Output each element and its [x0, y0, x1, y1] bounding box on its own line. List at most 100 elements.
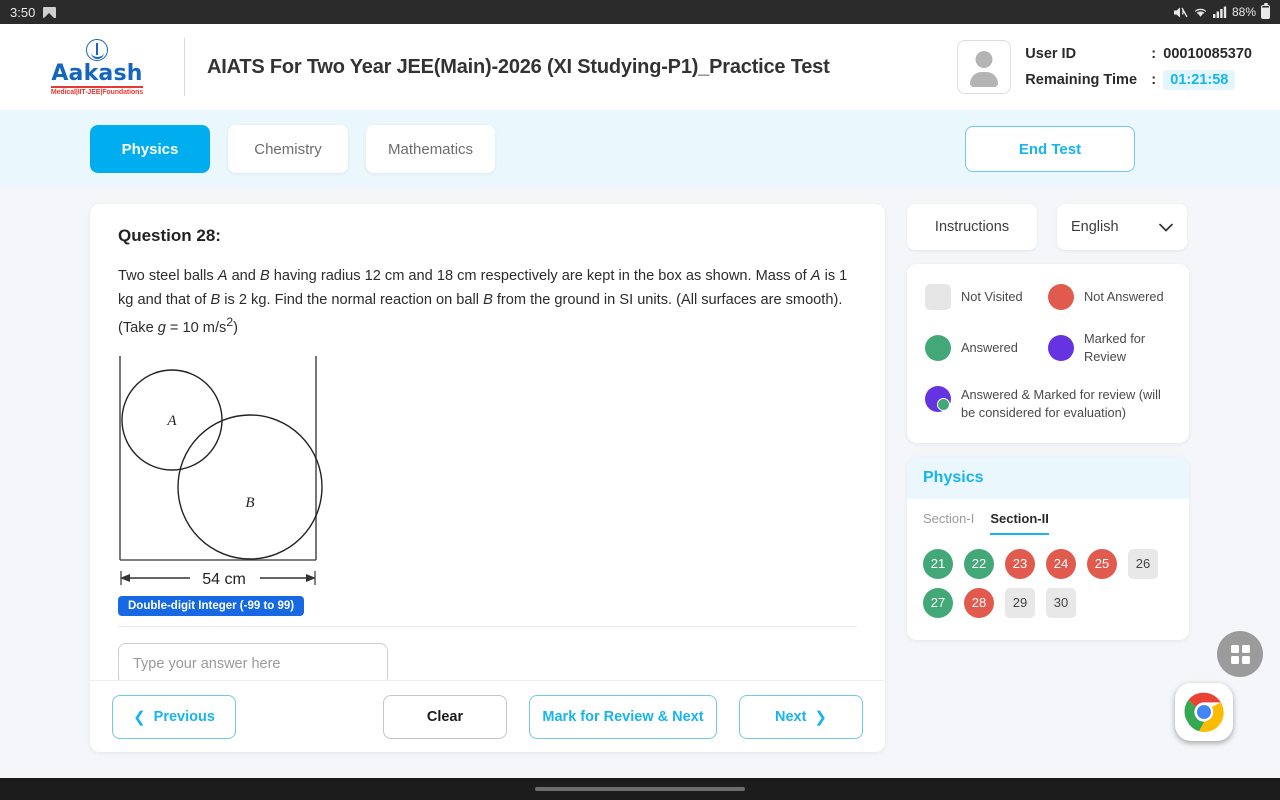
- legend-item-not-visited: Not Visited: [925, 284, 1048, 310]
- box-width-label: 54 cm: [202, 571, 246, 587]
- next-button[interactable]: Next ❯: [739, 694, 863, 739]
- tab-physics[interactable]: Physics: [90, 125, 210, 173]
- question-card: Question 28: Two steel balls A and B hav…: [90, 204, 885, 752]
- language-select[interactable]: English: [1057, 204, 1187, 250]
- tab-mathematics-label: Mathematics: [388, 140, 474, 158]
- question-content: Question 28: Two steel balls A and B hav…: [90, 204, 885, 682]
- status-legend: Not Visited Not Answered Answered Marked…: [907, 264, 1189, 443]
- qt-var-b3: B: [483, 292, 493, 309]
- chevron-down-icon: [1159, 223, 1173, 232]
- palette-question-23[interactable]: 23: [1005, 548, 1035, 579]
- battery-icon: [1261, 3, 1270, 19]
- home-gesture-pill[interactable]: [535, 787, 745, 791]
- instructions-label: Instructions: [934, 219, 1010, 235]
- user-id-value: 00010085370: [1163, 46, 1252, 62]
- apps-grid-icon: [1230, 644, 1250, 664]
- palette-section-2-label: Section-II: [990, 510, 1049, 526]
- ball-a-label: A: [166, 413, 177, 429]
- battery-percent: 88%: [1231, 5, 1256, 19]
- palette-section-1[interactable]: Section-I: [923, 511, 974, 535]
- signal-bars-icon: [1212, 6, 1227, 18]
- user-info-panel: User ID : 00010085370 Remaining Time : 0…: [957, 40, 1252, 94]
- qt-part-7: = 10 m/s: [165, 320, 227, 337]
- chevron-right-icon: ❯: [814, 708, 827, 726]
- avatar: [957, 40, 1012, 94]
- chrome-shortcut-button[interactable]: [1175, 683, 1233, 741]
- remaining-time-value: 01:21:58: [1163, 70, 1236, 90]
- test-title: AIATS For Two Year JEE(Main)-2026 (XI St…: [207, 55, 830, 78]
- legend-label-not-visited: Not Visited: [961, 288, 1023, 304]
- qt-var-a2: A: [810, 268, 821, 284]
- legend-label-answered-and-marked: Answered & Marked for review (will be co…: [961, 387, 1161, 421]
- status-bar-left: 3:50: [10, 4, 57, 20]
- wifi-icon: [1194, 8, 1207, 17]
- legend-label-marked-for-review: Marked for Review: [1084, 331, 1146, 365]
- right-rail: Instructions English Not Visited Not Ans…: [907, 204, 1189, 752]
- palette-section-2[interactable]: Section-II: [990, 511, 1049, 535]
- brand-name: Aakash: [51, 60, 143, 86]
- answer-input[interactable]: [118, 643, 388, 682]
- palette-question-30[interactable]: 30: [1046, 587, 1076, 618]
- question-title: Question 28:: [118, 226, 221, 245]
- qt-part-5: is 2 kg. Find the normal reaction on bal…: [220, 292, 484, 309]
- aakash-emblem-icon: [85, 38, 108, 61]
- qt-var-b1: B: [259, 268, 270, 284]
- palette-question-28[interactable]: 28: [964, 587, 994, 618]
- question-text: Two steel balls A and B having radius 12…: [118, 264, 857, 340]
- qt-part-8: ): [233, 320, 238, 337]
- two-balls-in-box-figure: A B 54 cm: [119, 356, 323, 588]
- qt-part-1: Two steel balls: [118, 268, 218, 284]
- legend-label-not-answered: Not Answered: [1084, 288, 1164, 304]
- screenshot-icon: [43, 6, 57, 18]
- previous-button[interactable]: ❮ Previous: [112, 694, 236, 739]
- subject-tab-bar: Physics Chemistry Mathematics End Test: [0, 110, 1280, 188]
- android-nav-bar: [0, 778, 1280, 800]
- status-clock: 3:50: [10, 4, 36, 20]
- previous-label: Previous: [153, 708, 215, 725]
- remaining-time-label: Remaining Time: [1025, 72, 1138, 88]
- next-label: Next: [774, 708, 807, 725]
- app-header: Aakash Medical|IIT-JEE|Foundations AIATS…: [0, 24, 1280, 110]
- chevron-left-icon: ❮: [133, 708, 146, 726]
- clear-label: Clear: [426, 708, 464, 725]
- status-bar-right: 88%: [1173, 3, 1270, 19]
- legend-item-not-answered: Not Answered: [1048, 284, 1171, 310]
- brand-tagline: Medical|IIT-JEE|Foundations: [50, 85, 143, 96]
- question-diagram: A B 54 cm: [118, 352, 857, 592]
- end-test-button[interactable]: End Test: [965, 126, 1135, 172]
- palette-subject-title: Physics: [907, 456, 1189, 499]
- palette-question-29[interactable]: 29: [1005, 587, 1035, 618]
- qt-part-3: having radius 12 cm and 18 cm respective…: [269, 268, 811, 284]
- brand-logo: Aakash Medical|IIT-JEE|Foundations: [10, 38, 185, 96]
- palette-question-21[interactable]: 21: [923, 548, 953, 579]
- remaining-time-separator: :: [1151, 72, 1157, 88]
- user-id-separator: :: [1151, 46, 1157, 62]
- tab-chemistry[interactable]: Chemistry: [228, 125, 348, 173]
- chrome-icon: [1184, 692, 1224, 733]
- palette-section-1-label: Section-I: [923, 510, 975, 526]
- palette-question-27[interactable]: 27: [923, 587, 953, 618]
- user-id-label: User ID: [1025, 46, 1077, 62]
- answered-swatch-icon: [925, 335, 951, 362]
- question-footer: ❮ Previous Clear Mark for Review & Next …: [90, 680, 885, 752]
- end-test-label: End Test: [1018, 140, 1082, 158]
- not-visited-swatch-icon: [925, 284, 951, 310]
- palette-question-26[interactable]: 26: [1128, 548, 1158, 579]
- clear-button[interactable]: Clear: [383, 694, 507, 739]
- instructions-button[interactable]: Instructions: [907, 204, 1037, 250]
- legend-item-marked-for-review: Marked for Review: [1048, 330, 1171, 366]
- main-body: Question 28: Two steel balls A and B hav…: [0, 188, 1280, 752]
- tab-chemistry-label: Chemistry: [254, 140, 322, 158]
- apps-grid-button[interactable]: [1217, 631, 1263, 677]
- language-value: English: [1071, 219, 1119, 235]
- tab-physics-label: Physics: [121, 140, 179, 158]
- tab-mathematics[interactable]: Mathematics: [366, 125, 496, 173]
- ball-b-label: B: [245, 495, 254, 511]
- palette-question-25[interactable]: 25: [1087, 548, 1117, 579]
- palette-question-22[interactable]: 22: [964, 548, 994, 579]
- qt-part-2: and: [227, 268, 260, 284]
- mark-for-review-next-button[interactable]: Mark for Review & Next: [529, 694, 717, 739]
- palette-question-24[interactable]: 24: [1046, 548, 1076, 579]
- ball-b-circle: [177, 414, 323, 560]
- answered-marked-swatch-icon: [925, 386, 951, 413]
